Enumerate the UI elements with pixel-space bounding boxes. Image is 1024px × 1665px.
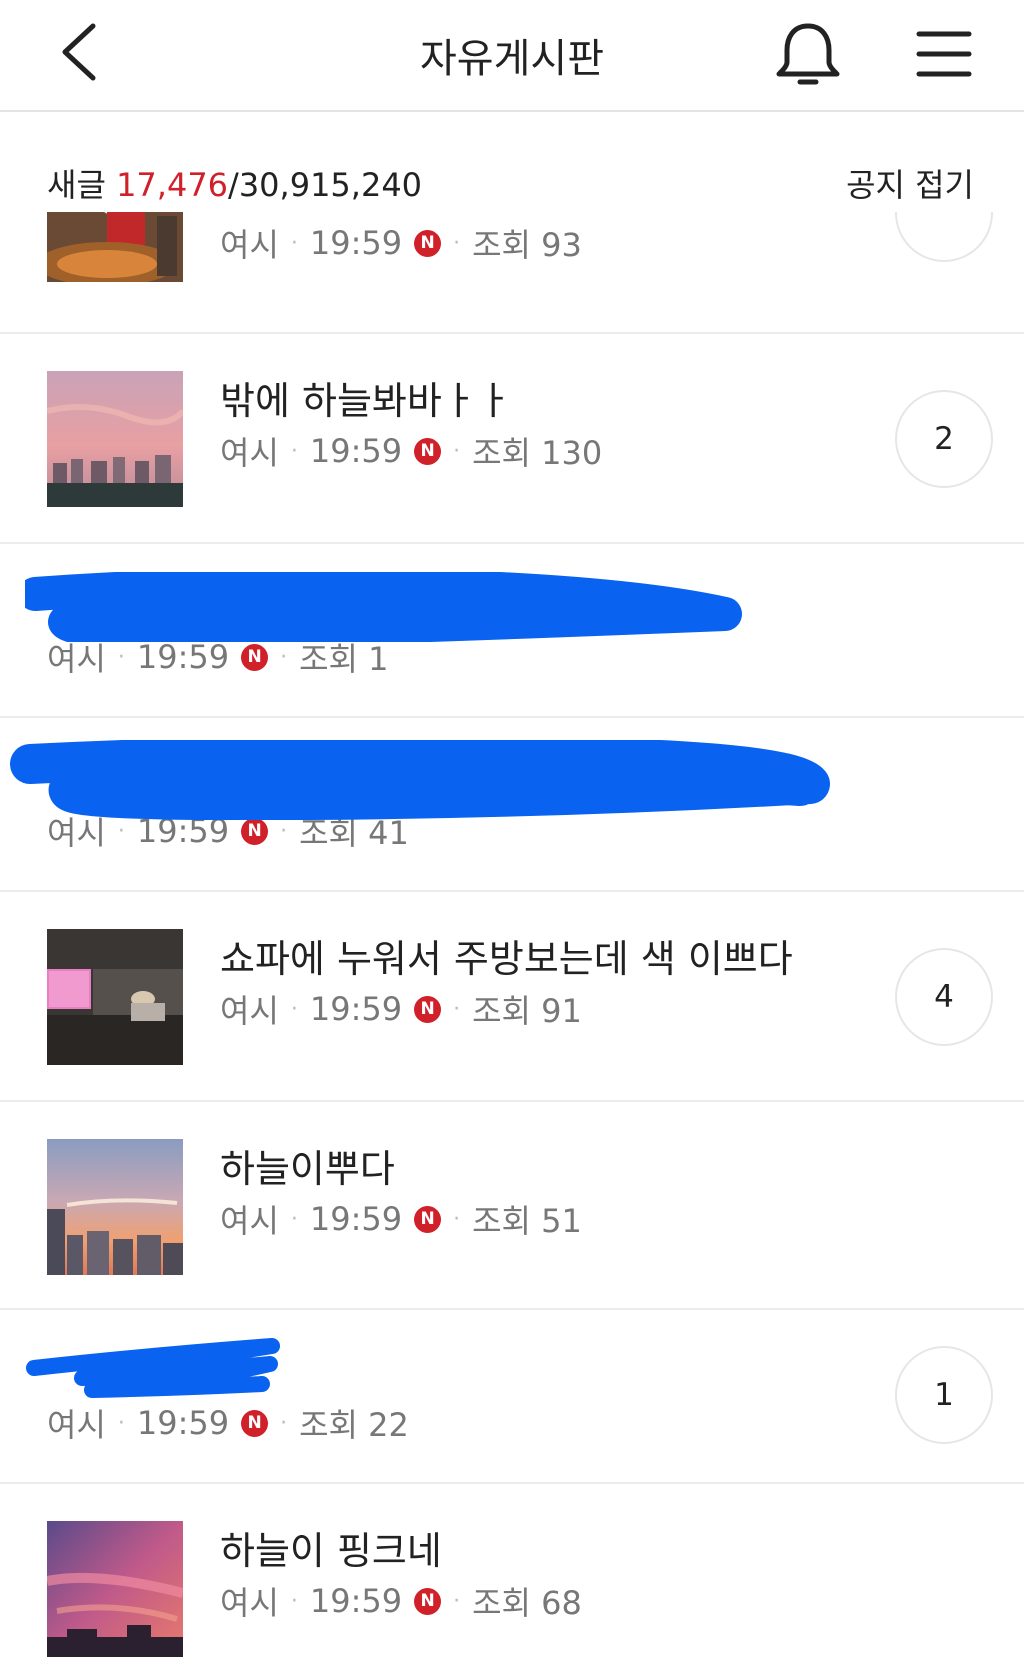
post-meta: 여시 · 19:59 N · 조회 68 [220,1578,582,1624]
post-thumbnail [47,929,183,1065]
list-item[interactable]: 밖에 하늘봐바ㅏㅏ 여시 · 19:59 N · 조회 130 2 [0,334,1024,544]
post-title: 하늘이뿌다 [220,1147,395,1191]
meta-separator-dot: · [117,1410,125,1436]
post-views: 조회 91 [472,992,582,1030]
fold-notices-button[interactable]: 공지 접기 [846,160,974,206]
post-title: 밖에 하늘봐바ㅏㅏ [220,379,512,423]
post-meta: 여시 · 19:59 N · 조회 22 [47,1400,409,1446]
new-post-badge: N [414,1205,442,1233]
list-item[interactable]: 여시 · 19:59 N · 조회 22 1 [0,1310,1024,1484]
post-author: 여시 [220,1202,279,1240]
comment-count-badge[interactable]: 2 [895,390,993,488]
board-stats-bar: 새글 17,476/30,915,240 공지 접기 [0,160,1024,206]
post-views: 조회 68 [472,1584,582,1622]
post-views: 조회 130 [472,434,603,472]
meta-separator-dot: · [453,230,461,256]
post-count-summary: 새글 17,476/30,915,240 [47,160,422,206]
new-posts-count: 17,476 [116,166,229,204]
meta-separator-dot: · [290,438,298,464]
post-thumbnail [47,1521,183,1657]
count-separator: / [228,166,239,204]
post-time: 19:59 [309,224,403,262]
meta-separator-dot: · [117,818,125,844]
new-post-badge: N [414,437,442,465]
post-author: 여시 [220,1584,279,1622]
post-meta: 여시 · 19:59 N · 조회 91 [220,986,582,1032]
new-post-badge: N [414,229,442,257]
list-item[interactable]: 쇼파에 누워서 주방보는데 색 이쁘다 여시 · 19:59 N · 조회 91… [0,892,1024,1102]
post-thumbnail [47,212,183,282]
top-app-bar: 자유게시판 [0,0,1024,112]
new-post-badge: N [241,643,269,671]
post-time: 19:59 [309,1200,403,1238]
new-post-badge: N [414,995,442,1023]
bell-icon [776,23,840,85]
post-meta: 여시 · 19:59 N · 조회 130 [220,428,602,474]
post-time: 19:59 [136,1404,230,1442]
post-views: 조회 51 [472,1202,582,1240]
comment-count-badge[interactable]: 1 [895,1346,993,1444]
post-meta: 여시 · 19:59 N · 조회 51 [220,1196,582,1242]
post-author: 여시 [220,226,279,264]
post-thumbnail [47,1139,183,1275]
list-item[interactable]: 하늘이 핑크네 여시 · 19:59 N · 조회 68 [0,1484,1024,1665]
post-author: 여시 [220,434,279,472]
redaction-scribble [25,572,742,642]
post-meta: 여시 · 19:59 N · 조회 93 [220,220,582,266]
post-time: 19:59 [136,638,230,676]
meta-separator-dot: · [117,644,125,670]
meta-separator-dot: · [290,1206,298,1232]
total-posts-count: 30,915,240 [238,166,423,204]
post-author: 여시 [47,1406,106,1444]
list-item[interactable]: 여시 · 19:59 N · 조회 1 [0,544,1024,718]
post-title: 하늘이 핑크네 [220,1529,442,1573]
post-views: 조회 22 [299,1406,409,1444]
menu-button[interactable] [915,26,973,82]
page-title: 자유게시판 [420,36,604,82]
meta-separator-dot: · [290,996,298,1022]
meta-separator-dot: · [453,438,461,464]
meta-separator-dot: · [290,230,298,256]
meta-separator-dot: · [453,996,461,1022]
list-item[interactable]: 여시 · 19:59 N · 조회 41 [0,718,1024,892]
meta-separator-dot: · [280,1410,288,1436]
comment-count-badge [895,212,993,262]
new-post-badge: N [241,1409,269,1437]
hamburger-menu-icon [916,31,972,77]
post-title: 쇼파에 누워서 주방보는데 색 이쁘다 [220,937,793,981]
list-item[interactable]: 여시 · 19:59 N · 조회 93 [0,212,1024,334]
meta-separator-dot: · [280,644,288,670]
meta-separator-dot: · [280,818,288,844]
post-thumbnail [47,371,183,507]
meta-separator-dot: · [290,1588,298,1614]
meta-separator-dot: · [453,1206,461,1232]
new-post-badge: N [414,1587,442,1615]
post-time: 19:59 [309,1582,403,1620]
notification-button[interactable] [775,20,841,90]
new-posts-label: 새글 [47,166,106,204]
post-time: 19:59 [309,432,403,470]
post-list: 여시 · 19:59 N · 조회 93 밖에 하늘봐바ㅏㅏ 여시 · 19:5… [0,212,1024,1665]
new-post-badge: N [241,817,269,845]
redaction-scribble [26,1338,280,1398]
list-item[interactable]: 하늘이뿌다 여시 · 19:59 N · 조회 51 [0,1102,1024,1310]
meta-separator-dot: · [453,1588,461,1614]
post-views: 조회 93 [472,226,582,264]
redaction-scribble [10,740,830,820]
post-author: 여시 [220,992,279,1030]
post-time: 19:59 [309,990,403,1028]
comment-count-badge[interactable]: 4 [895,948,993,1046]
